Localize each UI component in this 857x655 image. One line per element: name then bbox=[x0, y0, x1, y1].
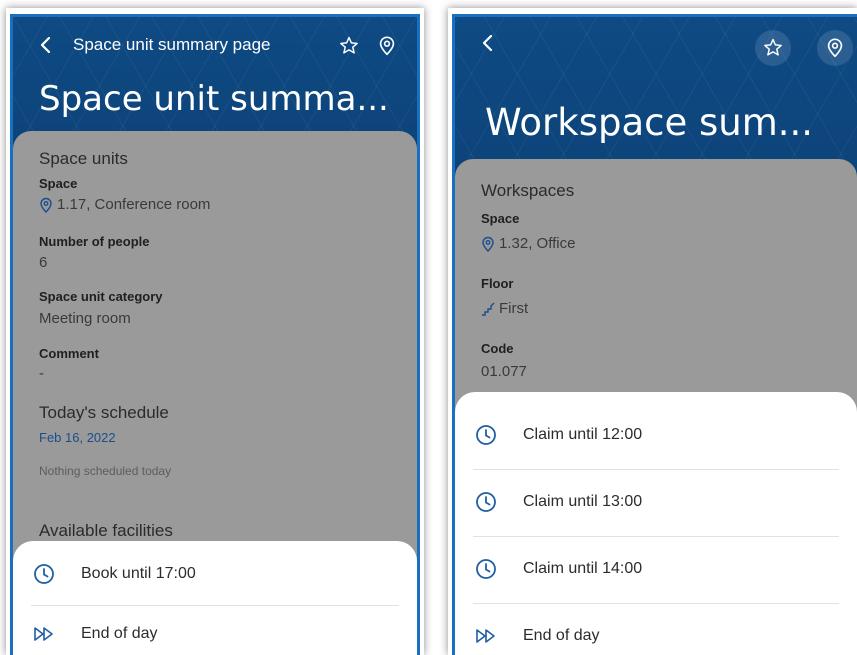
option-label: Claim until 14:00 bbox=[523, 560, 643, 577]
star-outline-icon bbox=[340, 36, 358, 54]
space-label: Space bbox=[481, 211, 520, 226]
end-of-day-option[interactable]: End of day bbox=[455, 603, 857, 655]
option-label: Claim until 12:00 bbox=[523, 426, 643, 443]
book-until-option[interactable]: Book until 17:00 bbox=[13, 541, 417, 607]
top-app-bar bbox=[455, 17, 857, 73]
code-label: Code bbox=[481, 341, 514, 356]
category-value: Meeting room bbox=[39, 310, 131, 327]
comment-label: Comment bbox=[39, 346, 99, 361]
clock-icon bbox=[476, 559, 496, 579]
option-label: End of day bbox=[523, 627, 600, 644]
schedule-title: Today's schedule bbox=[39, 403, 169, 422]
stairs-icon bbox=[482, 302, 495, 316]
code-value: 01.077 bbox=[481, 363, 527, 380]
chevron-left-icon bbox=[40, 36, 51, 54]
location-pin-icon bbox=[827, 38, 843, 58]
end-of-day-option[interactable]: End of day bbox=[13, 601, 417, 655]
location-pin-icon bbox=[40, 197, 52, 213]
option-label: Claim until 13:00 bbox=[523, 493, 643, 510]
space-value: 1.32, Office bbox=[481, 235, 575, 252]
clock-icon bbox=[34, 564, 54, 584]
facilities-title: Available facilities bbox=[39, 521, 173, 540]
category-label: Space unit category bbox=[39, 289, 163, 304]
fast-forward-icon bbox=[476, 629, 495, 643]
clock-icon bbox=[476, 492, 496, 512]
large-title: Workspace sum... bbox=[485, 101, 814, 144]
space-value-text: 1.32, Office bbox=[499, 235, 576, 252]
location-button[interactable] bbox=[817, 30, 853, 66]
floor-label: Floor bbox=[481, 276, 514, 291]
clock-icon bbox=[476, 425, 496, 445]
page-title: Space unit summary page bbox=[73, 35, 271, 54]
favorite-button[interactable] bbox=[333, 30, 365, 62]
claim-until-13-option[interactable]: Claim until 13:00 bbox=[455, 469, 857, 535]
space-unit-summary-screen: Space unit summary page Space unit summa… bbox=[10, 14, 420, 655]
section-title: Workspaces bbox=[481, 181, 575, 200]
claim-until-14-option[interactable]: Claim until 14:00 bbox=[455, 536, 857, 602]
workspace-summary-screen: Workspace sum... Workspaces Space 1.32, … bbox=[452, 14, 857, 655]
people-label: Number of people bbox=[39, 234, 150, 249]
location-pin-icon bbox=[482, 236, 494, 252]
action-sheet: Claim until 12:00 Claim until 13:00 Clai… bbox=[455, 392, 857, 655]
comment-value: - bbox=[39, 365, 44, 382]
top-app-bar: Space unit summary page bbox=[13, 17, 417, 73]
option-label: End of day bbox=[81, 625, 158, 642]
space-label: Space bbox=[39, 176, 78, 191]
claim-until-12-option[interactable]: Claim until 12:00 bbox=[455, 402, 857, 468]
back-button[interactable] bbox=[35, 33, 57, 57]
location-pin-icon bbox=[379, 36, 395, 56]
space-value-text: 1.17, Conference room bbox=[57, 196, 211, 213]
location-button[interactable] bbox=[371, 30, 403, 62]
schedule-date[interactable]: Feb 16, 2022 bbox=[39, 430, 116, 445]
people-value: 6 bbox=[39, 254, 48, 271]
large-title: Space unit summa... bbox=[39, 79, 389, 119]
space-value: 1.17, Conference room bbox=[39, 196, 210, 213]
section-title: Space units bbox=[39, 149, 128, 168]
floor-value: First bbox=[481, 300, 528, 317]
favorite-button[interactable] bbox=[755, 30, 791, 66]
action-sheet: Book until 17:00 End of day bbox=[13, 541, 417, 655]
floor-value-text: First bbox=[499, 300, 529, 317]
fast-forward-icon bbox=[34, 627, 53, 641]
schedule-empty-message: Nothing scheduled today bbox=[39, 464, 172, 478]
option-label: Book until 17:00 bbox=[81, 565, 196, 582]
back-button[interactable] bbox=[477, 31, 499, 55]
chevron-left-icon bbox=[482, 34, 493, 52]
star-outline-icon bbox=[764, 38, 782, 56]
